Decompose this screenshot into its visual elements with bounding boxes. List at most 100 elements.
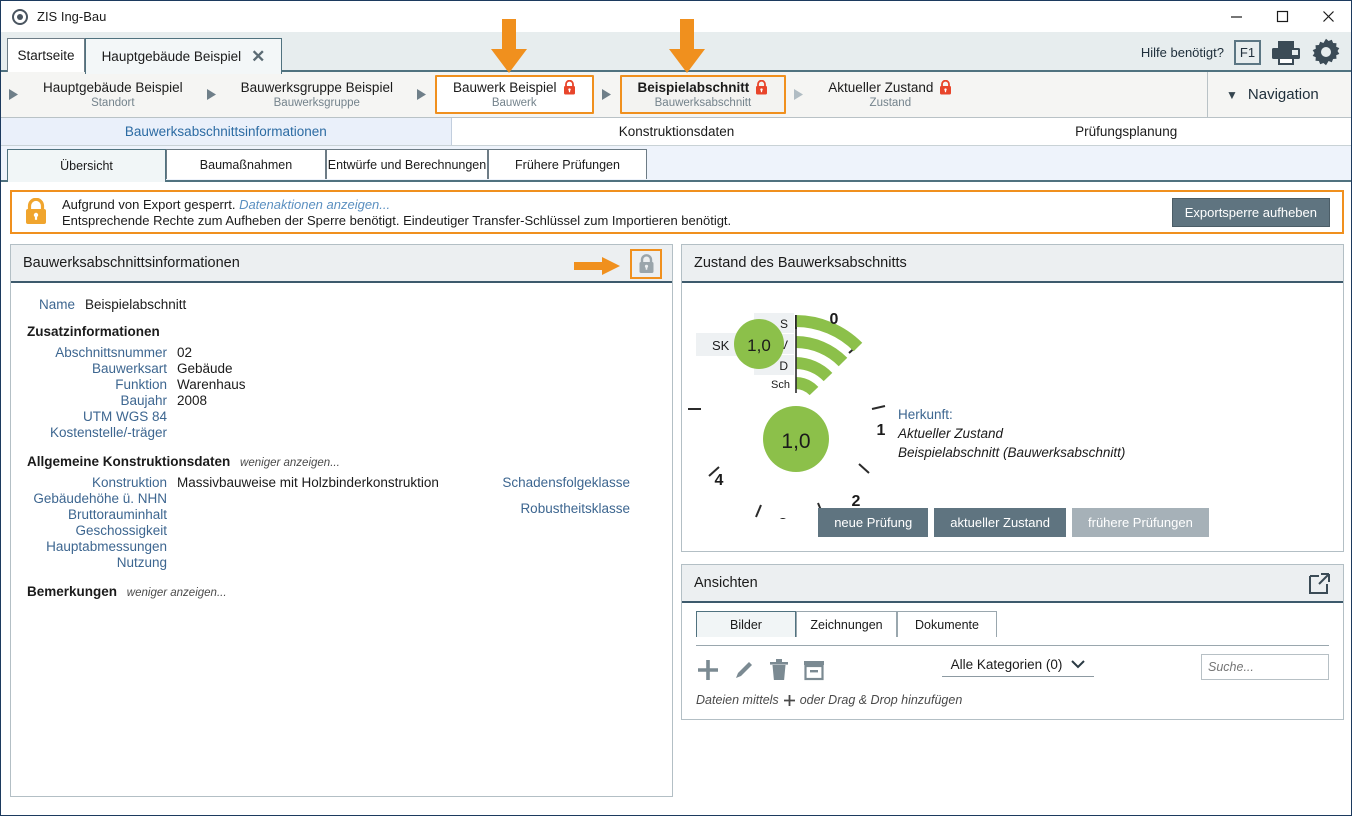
field-nutzung-label: Nutzung bbox=[27, 555, 167, 570]
section-tab-2-label: Prüfungsplanung bbox=[1075, 124, 1177, 139]
aktueller-zustand-button[interactable]: aktueller Zustand bbox=[934, 508, 1066, 537]
sk-value-label: 1,0 bbox=[747, 336, 771, 355]
field-kostenstelle-label: Kostenstelle/-träger bbox=[27, 425, 167, 440]
gear-icon[interactable] bbox=[1311, 37, 1341, 67]
tab-close-icon[interactable]: ✕ bbox=[251, 48, 265, 65]
herkunft-line-2: Beispielabschnitt (Bauwerksabschnitt) bbox=[898, 443, 1125, 462]
padlock-icon bbox=[563, 80, 576, 95]
minimize-icon[interactable] bbox=[1213, 1, 1259, 32]
konstruktionsdaten-toggle[interactable]: weniger anzeigen... bbox=[240, 457, 340, 469]
gauge-series-label-sch: Sch bbox=[771, 379, 790, 391]
field-kostenstelle-row: Kostenstelle/-träger bbox=[27, 425, 656, 440]
chevron-down-icon bbox=[1071, 660, 1085, 669]
dropzone-hint-pre: Dateien mittels bbox=[696, 693, 779, 707]
lock-banner-link[interactable]: Datenaktionen anzeigen... bbox=[239, 197, 390, 212]
window-title: ZIS Ing-Bau bbox=[37, 9, 106, 24]
tab-startseite[interactable]: Startseite bbox=[7, 38, 85, 72]
breadcrumb-item-bauwerksgruppe[interactable]: Bauwerksgruppe Beispiel Bauwerksgruppe bbox=[225, 72, 409, 117]
dropzone-hint-post: oder Drag & Drop hinzufügen bbox=[800, 693, 963, 707]
bauwerksabschnittsinformationen-panel: Bauwerksabschnittsinformationen Name Bei… bbox=[10, 244, 673, 797]
ansichten-body: Bilder Zeichnungen Dokumente bbox=[682, 611, 1343, 726]
expand-external-icon[interactable] bbox=[1307, 572, 1331, 601]
padlock-icon bbox=[638, 254, 655, 274]
down-arrow-annotation-abschnitt bbox=[666, 19, 708, 73]
ansichten-tab-row: Bilder Zeichnungen Dokumente bbox=[696, 611, 1343, 637]
close-icon[interactable] bbox=[1305, 1, 1351, 32]
plus-icon bbox=[784, 695, 795, 706]
info-panel-lock-button[interactable] bbox=[630, 249, 662, 279]
breadcrumb-item-bauwerk-sub: Bauwerk bbox=[492, 97, 537, 109]
field-bruttorauminhalt-row: Bruttorauminhalt Robustheitsklasse bbox=[27, 507, 656, 522]
archive-icon[interactable] bbox=[802, 658, 826, 682]
field-konstruktion-label: Konstruktion bbox=[27, 475, 167, 490]
breadcrumb-item-standort[interactable]: Hauptgebäude Beispiel Standort bbox=[27, 72, 199, 117]
breadcrumb-item-zustand[interactable]: Aktueller Zustand Zustand bbox=[812, 72, 968, 117]
printer-icon[interactable] bbox=[1271, 39, 1301, 66]
down-arrow-annotation-bauwerk bbox=[488, 19, 530, 73]
padlock-icon bbox=[939, 80, 952, 95]
field-hauptabmessungen-row: Hauptabmessungen bbox=[27, 539, 656, 554]
herkunft-line-1: Aktueller Zustand bbox=[898, 424, 1125, 443]
zustand-gauge-chart: S V D Sch SK 1,0 1,0 0 1 2 3 4 bbox=[682, 283, 1345, 551]
search-input-field[interactable] bbox=[1208, 660, 1352, 674]
field-hauptabmessungen-label: Hauptabmessungen bbox=[27, 539, 167, 554]
maximize-icon[interactable] bbox=[1259, 1, 1305, 32]
arrow-right-icon bbox=[574, 257, 620, 275]
breadcrumb-item-bauwerksgruppe-sub: Bauwerksgruppe bbox=[274, 97, 360, 109]
breadcrumb-item-bauwerksabschnitt-label: Beispielabschnitt bbox=[638, 80, 750, 95]
zustand-panel-header: Zustand des Bauwerksabschnitts bbox=[682, 245, 1343, 283]
sub-tab-baumassnahmen[interactable]: Baumaßnahmen bbox=[166, 149, 326, 179]
herkunft-block: Herkunft: Aktueller Zustand Beispielabsc… bbox=[898, 405, 1125, 462]
ansichten-tab-bilder[interactable]: Bilder bbox=[696, 611, 796, 637]
neue-pruefung-button[interactable]: neue Prüfung bbox=[818, 508, 928, 537]
search-input[interactable] bbox=[1201, 654, 1329, 680]
field-utm-label: UTM WGS 84 bbox=[27, 409, 167, 424]
breadcrumb-item-bauwerksabschnitt[interactable]: Beispielabschnitt Bauwerksabschnitt bbox=[620, 75, 787, 114]
sub-tab-bar: Übersicht Baumaßnahmen Entwürfe und Bere… bbox=[1, 146, 1351, 182]
tab-hauptgebaeude-beispiel[interactable]: Hauptgebäude Beispiel ✕ bbox=[85, 38, 282, 74]
exportsperre-aufheben-button[interactable]: Exportsperre aufheben bbox=[1172, 198, 1330, 227]
field-bauwerksart-value: Gebäude bbox=[177, 361, 233, 376]
kategorien-dropdown[interactable]: Alle Kategorien (0) bbox=[942, 657, 1094, 677]
section-tab-bauwerksabschnittsinformationen[interactable]: Bauwerksabschnittsinformationen bbox=[1, 118, 452, 145]
zustand-panel: Zustand des Bauwerksabschnitts bbox=[681, 244, 1344, 552]
breadcrumb-item-bauwerk-label: Bauwerk Beispiel bbox=[453, 80, 557, 95]
f1-key-button[interactable]: F1 bbox=[1234, 40, 1261, 65]
sub-tab-fruehere-pruefungen[interactable]: Frühere Prüfungen bbox=[488, 149, 647, 179]
breadcrumb-item-bauwerksabschnitt-sub: Bauwerksabschnitt bbox=[655, 97, 752, 109]
tab-hauptgebaeude-label: Hauptgebäude Beispiel bbox=[102, 49, 242, 64]
zusatzinformationen-heading-label: Zusatzinformationen bbox=[27, 324, 160, 339]
section-tab-bar: Bauwerksabschnittsinformationen Konstruk… bbox=[1, 118, 1351, 146]
field-konstruktion-value: Massivbauweise mit Holzbinderkonstruktio… bbox=[177, 475, 439, 490]
lock-banner-text: Aufgrund von Export gesperrt. Datenaktio… bbox=[62, 197, 731, 228]
plus-icon[interactable] bbox=[696, 658, 720, 682]
section-tab-pruefungsplanung[interactable]: Prüfungsplanung bbox=[901, 118, 1351, 145]
fruehere-pruefungen-button: frühere Prüfungen bbox=[1072, 508, 1209, 537]
gauge-series-label-d: D bbox=[779, 359, 788, 373]
chevron-right-icon bbox=[786, 72, 812, 117]
breadcrumb-item-bauwerk[interactable]: Bauwerk Beispiel Bauwerk bbox=[435, 75, 594, 114]
field-abschnittsnummer-label: Abschnittsnummer bbox=[27, 345, 167, 360]
ansichten-tab-dokumente[interactable]: Dokumente bbox=[897, 611, 997, 637]
field-name-row: Name Beispielabschnitt bbox=[27, 297, 656, 312]
sub-tab-0-label: Übersicht bbox=[60, 159, 113, 173]
bemerkungen-heading: Bemerkungen weniger anzeigen... bbox=[27, 584, 656, 599]
section-tab-konstruktionsdaten[interactable]: Konstruktionsdaten bbox=[452, 118, 902, 145]
breadcrumb-item-standort-label: Hauptgebäude Beispiel bbox=[43, 80, 183, 95]
pencil-icon[interactable] bbox=[732, 658, 756, 682]
ansichten-toolbar: Alle Kategorien (0) bbox=[696, 653, 1329, 687]
field-nutzung-row: Nutzung bbox=[27, 555, 656, 570]
padlock-icon bbox=[24, 198, 48, 226]
sub-tab-uebersicht[interactable]: Übersicht bbox=[7, 149, 166, 182]
navigation-dropdown[interactable]: ▼ Navigation bbox=[1207, 72, 1351, 117]
gauge-arcs bbox=[796, 321, 858, 391]
ansichten-tab-zeichnungen[interactable]: Zeichnungen bbox=[796, 611, 897, 637]
f1-key-label: F1 bbox=[1240, 45, 1255, 60]
ansichten-panel: Ansichten Bilder Zeichnungen Dokumente bbox=[681, 564, 1344, 720]
sub-tab-entwuerfe-berechnungen[interactable]: Entwürfe und Berechnungen bbox=[326, 149, 488, 179]
ansichten-tab-zeichnungen-label: Zeichnungen bbox=[810, 618, 882, 632]
sub-tab-2-label: Entwürfe und Berechnungen bbox=[328, 158, 486, 172]
trash-icon[interactable] bbox=[768, 658, 790, 682]
bemerkungen-toggle[interactable]: weniger anzeigen... bbox=[127, 587, 227, 599]
help-label: Hilfe benötigt? bbox=[1141, 45, 1224, 60]
